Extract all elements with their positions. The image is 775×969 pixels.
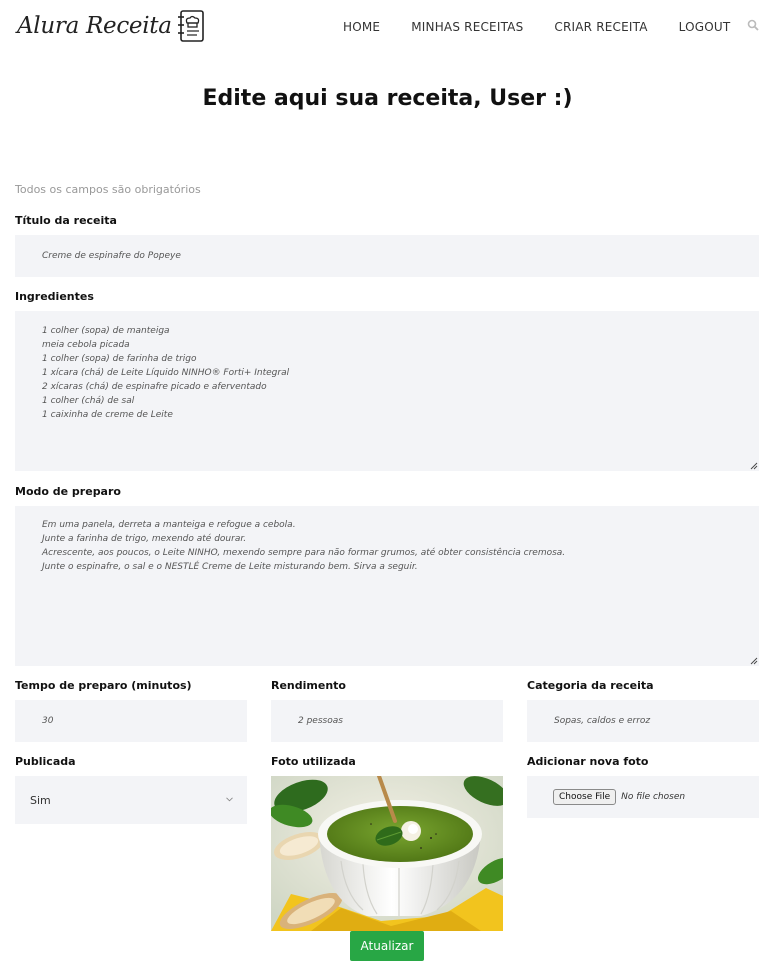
logo[interactable]: Alura Receita — [17, 8, 206, 44]
published-label: Publicada — [15, 755, 76, 768]
ingredient-line: 1 xícara (chá) de Leite Líquido NINHO® F… — [42, 368, 290, 378]
category-input[interactable]: Sopas, caldos e erroz — [527, 700, 759, 742]
logo-text: Alura Receita — [17, 13, 172, 39]
yield-input[interactable]: 2 pessoas — [271, 700, 503, 742]
method-label: Modo de preparo — [15, 485, 121, 498]
search-icon[interactable] — [747, 19, 759, 31]
published-select[interactable]: Sim — [15, 776, 247, 824]
ingredients-textarea[interactable]: 1 colher (sopa) de manteiga meia cebola … — [15, 311, 759, 471]
title-label: Título da receita — [15, 214, 117, 227]
main-nav: HOME MINHAS RECEITAS CRIAR RECEITA LOGOU… — [343, 20, 761, 34]
published-value: Sim — [30, 793, 51, 807]
method-line: Em uma panela, derreta a manteiga e refo… — [42, 520, 296, 530]
yield-label: Rendimento — [271, 679, 346, 692]
ingredient-line: 1 colher (chá) de sal — [42, 396, 135, 406]
nav-my-recipes[interactable]: MINHAS RECEITAS — [411, 20, 523, 34]
yield-value: 2 pessoas — [298, 716, 343, 726]
required-note: Todos os campos são obrigatórios — [15, 183, 201, 196]
ingredient-line: 1 colher (sopa) de manteiga — [42, 326, 170, 336]
page-title: Edite aqui sua receita, User :) — [202, 86, 573, 111]
chef-book-icon — [177, 10, 204, 42]
photo-label: Foto utilizada — [271, 755, 356, 768]
method-line: Junte o espinafre, o sal e o NESTLÉ Crem… — [42, 562, 418, 572]
ingredients-label: Ingredientes — [15, 290, 94, 303]
method-textarea[interactable]: Em uma panela, derreta a manteiga e refo… — [15, 506, 759, 666]
resize-handle-icon[interactable] — [750, 657, 758, 665]
nav-logout[interactable]: LOGOUT — [679, 20, 731, 34]
ingredient-line: meia cebola picada — [42, 340, 130, 350]
ingredient-line: 2 xícaras (chá) de espinafre picado e af… — [42, 382, 267, 392]
nav-home[interactable]: HOME — [343, 20, 380, 34]
recipe-photo — [271, 776, 503, 931]
ingredient-line: 1 colher (sopa) de farinha de trigo — [42, 354, 197, 364]
update-button[interactable]: Atualizar — [350, 931, 424, 961]
new-photo-label: Adicionar nova foto — [527, 755, 649, 768]
method-line: Junte a farinha de trigo, mexendo até do… — [42, 534, 247, 544]
resize-handle-icon[interactable] — [750, 462, 758, 470]
prep-time-input[interactable]: 30 — [15, 700, 247, 742]
title-value: Creme de espinafre do Popeye — [42, 251, 181, 261]
ingredient-line: 1 caixinha de creme de Leite — [42, 410, 173, 420]
prep-time-value: 30 — [42, 716, 54, 726]
method-line: Acrescente, aos poucos, o Leite NINHO, m… — [42, 548, 566, 558]
prep-time-label: Tempo de preparo (minutos) — [15, 679, 192, 692]
file-input: Choose File No file chosen — [527, 776, 759, 818]
choose-file-button[interactable]: Choose File — [553, 789, 617, 805]
category-value: Sopas, caldos e erroz — [554, 716, 651, 726]
title-input[interactable]: Creme de espinafre do Popeye — [15, 235, 759, 277]
nav-create-recipe[interactable]: CRIAR RECEITA — [554, 20, 647, 34]
category-label: Categoria da receita — [527, 679, 654, 692]
chevron-down-icon — [226, 797, 233, 802]
file-status: No file chosen — [621, 792, 686, 802]
